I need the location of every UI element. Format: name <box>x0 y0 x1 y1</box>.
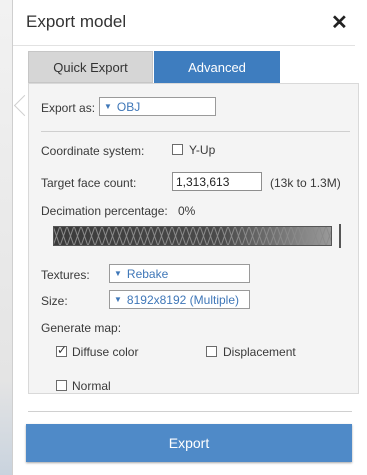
face-count-range-hint: (13k to 1.3M) <box>270 176 341 190</box>
dialog-title: Export model <box>26 12 127 31</box>
advanced-panel: Export as: ▼ OBJ Coordinate system: Y-Up… <box>28 83 359 394</box>
footer-divider <box>28 411 352 412</box>
title-divider <box>13 45 355 46</box>
export-model-dialog: Export model ✕ Quick Export Advanced Exp… <box>12 0 367 475</box>
size-label: Size: <box>41 294 68 308</box>
diffuse-color-checkbox[interactable]: ✓ <box>56 343 68 357</box>
export-button[interactable]: Export <box>26 424 352 462</box>
caret-down-icon: ▼ <box>114 269 122 278</box>
normal-checkbox[interactable] <box>56 380 67 391</box>
normal-label: Normal <box>72 379 111 393</box>
caret-down-icon: ▼ <box>114 295 122 304</box>
size-value: 8192x8192 (Multiple) <box>126 292 239 307</box>
size-dropdown[interactable]: ▼ 8192x8192 (Multiple) <box>109 290 250 309</box>
y-up-checkbox[interactable] <box>172 144 183 155</box>
target-face-count-label: Target face count: <box>41 176 137 190</box>
tab-advanced[interactable]: Advanced <box>154 51 280 83</box>
close-icon[interactable]: ✕ <box>331 10 348 35</box>
decimation-label: Decimation percentage: <box>41 204 168 218</box>
section-divider <box>41 131 350 132</box>
decimation-value: 0% <box>178 204 196 218</box>
tab-quick-export[interactable]: Quick Export <box>28 51 153 83</box>
diffuse-color-label: Diffuse color <box>72 345 139 359</box>
textures-value: Rebake <box>126 266 169 281</box>
export-format-dropdown[interactable]: ▼ OBJ <box>99 97 216 116</box>
displacement-label: Displacement <box>223 345 296 359</box>
background-strip <box>0 0 12 475</box>
y-up-label: Y-Up <box>189 143 216 157</box>
caret-down-icon: ▼ <box>104 102 112 111</box>
decimation-slider[interactable] <box>53 226 332 246</box>
generate-map-label: Generate map: <box>41 321 122 335</box>
checkmark-icon: ✓ <box>57 343 68 357</box>
export-format-value: OBJ <box>116 99 141 114</box>
textures-label: Textures: <box>41 268 90 282</box>
textures-dropdown[interactable]: ▼ Rebake <box>109 264 250 283</box>
export-as-label: Export as: <box>41 101 96 115</box>
displacement-checkbox[interactable] <box>206 346 217 357</box>
target-face-count-input[interactable] <box>172 172 262 191</box>
decimation-slider-handle[interactable] <box>339 224 341 248</box>
coordinate-system-label: Coordinate system: <box>41 144 145 158</box>
